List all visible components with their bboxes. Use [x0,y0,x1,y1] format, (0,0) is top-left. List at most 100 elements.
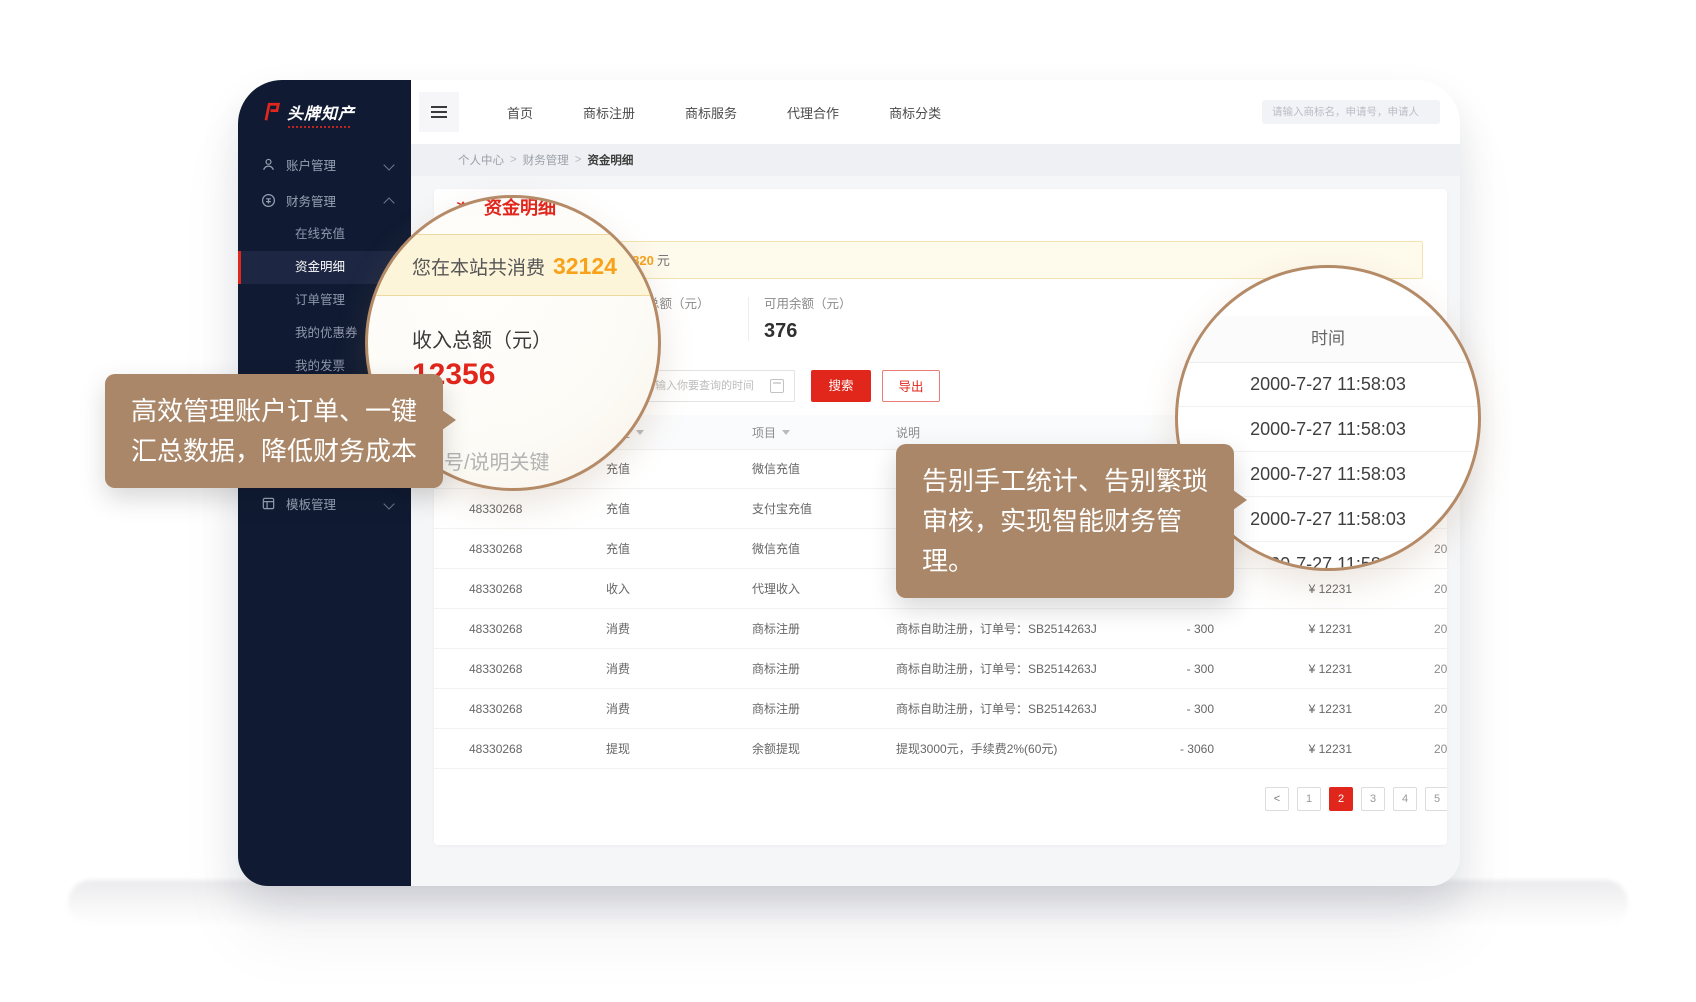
cell-amount: - 300 [1152,689,1214,728]
cell-time: 2000-7-27 11:58:03 [1434,689,1447,728]
prev-page-button[interactable]: < [1265,787,1289,811]
lens-stat-label: 收入总额（元） [412,324,552,353]
chevron-down-icon [383,498,394,509]
cell-item: 支付宝充值 [752,489,892,528]
search-button[interactable]: 搜索 [811,370,871,402]
cell-amount: - 3060 [1152,729,1214,768]
cell-item: 商标注册 [752,649,892,688]
breadcrumb-current: 资金明细 [587,152,633,168]
sidebar-item-label: 账户管理 [286,155,336,174]
cell-amount: - 300 [1152,609,1214,648]
finance-icon [260,192,276,208]
lens-banner-amount: 32124 [553,253,617,279]
stat-balance: 可用余额（元） 376 [764,293,852,343]
sidebar-item-label: 财务管理 [286,191,336,210]
page-button[interactable]: 2 [1329,787,1353,811]
cell-desc: 提现3000元，手续费2%(60元) [896,729,1171,768]
top-navigation-bar: 首页 商标注册 商标服务 代理合作 商标分类 [411,80,1460,144]
nav-item[interactable]: 商标服务 [685,103,737,122]
lens-tab-text: 资金明细 [484,195,556,220]
sidebar-item-template[interactable]: 模板管理 [238,485,411,521]
cell-time: 2000-7-27 11:58:03 [1434,729,1447,768]
cell-desc: 商标自助注册，订单号：SB2514263J [896,689,1171,728]
cell-type: 充值 [606,449,746,488]
pagination: < 12345 [434,787,1447,811]
export-button[interactable]: 导出 [882,370,940,402]
tooltip-line: 理。 [922,541,1208,581]
breadcrumb: 个人中心 > 财务管理 > 资金明细 [411,144,1460,176]
breadcrumb-separator: > [575,154,582,166]
page-button[interactable]: 3 [1361,787,1385,811]
tooltip-right: 告别手工统计、告别繁琐 审核，实现智能财务管 理。 [896,444,1234,598]
cell-item: 商标注册 [752,609,892,648]
stat-label: 可用余额（元） [764,293,852,312]
breadcrumb-item[interactable]: 财务管理 [523,152,569,168]
top-nav: 首页 商标注册 商标服务 代理合作 商标分类 [507,80,941,144]
breadcrumb-separator: > [510,154,517,166]
tooltip-line: 汇总数据，降低财务成本 [131,431,417,471]
table-row: 48330268 提现 余额提现 提现3000元，手续费2%(60元) - 30… [434,729,1447,769]
cell-time: 2000-7-27 11:58:03 [1434,649,1447,688]
cell-item: 代理收入 [752,569,892,608]
cell-balance: ¥ 12231 [1232,609,1352,648]
page-button[interactable]: 5 [1425,787,1447,811]
cell-type: 充值 [606,529,746,568]
cell-balance: ¥ 12231 [1232,569,1352,608]
stat-divider [748,297,749,341]
cell-type: 收入 [606,569,746,608]
stat-value: 376 [764,320,852,343]
calendar-icon [770,379,784,393]
header-item[interactable]: 项目 [752,415,892,449]
breadcrumb-item[interactable]: 个人中心 [458,152,504,168]
cell-item: 微信充值 [752,529,892,568]
chevron-down-icon [782,430,790,435]
cell-order: 48330268 [469,489,599,528]
tooltip-line: 告别手工统计、告别繁琐 [922,461,1208,501]
cell-balance: ¥ 12231 [1232,689,1352,728]
nav-item[interactable]: 商标注册 [583,103,635,122]
template-icon [260,495,276,511]
cell-type: 充值 [606,489,746,528]
cell-desc: 商标自助注册，订单号：SB2514263J [896,649,1171,688]
cell-item: 商标注册 [752,689,892,728]
nav-item[interactable]: 代理合作 [787,103,839,122]
lens-banner: 您在本站共消费32124 [365,234,661,296]
table-row: 48330268 消费 商标注册 商标自助注册，订单号：SB2514263J -… [434,649,1447,689]
cell-balance: ¥ 12231 [1232,649,1352,688]
cell-type: 消费 [606,649,746,688]
chevron-down-icon [636,430,644,435]
table-row: 48330268 消费 商标注册 商标自助注册，订单号：SB2514263J -… [434,609,1447,649]
nav-item[interactable]: 商标分类 [889,103,941,122]
sidebar-item-label: 模板管理 [286,494,336,513]
cell-amount: - 300 [1152,649,1214,688]
cell-time: 2000-7-27 11:58:03 [1434,569,1447,608]
chevron-down-icon [383,159,394,170]
sidebar-item-finance[interactable]: 财务管理 [238,182,411,218]
chevron-up-icon [383,197,394,208]
laptop-base-shadow [68,880,1628,926]
cell-type: 提现 [606,729,746,768]
brand-name: 头牌知产 [287,100,355,124]
banner-unit: 元 [657,253,670,268]
brand-logo: 头牌知产 [260,100,355,124]
cell-balance: ¥ 12231 [1232,729,1352,768]
cell-order: 48330268 [469,689,599,728]
page-button[interactable]: 4 [1393,787,1417,811]
cell-order: 48330268 [469,569,599,608]
cell-time: 2000-7-27 11:58:03 [1434,609,1447,648]
nav-item[interactable]: 首页 [507,103,533,122]
brand-tagline-dots [288,126,350,128]
page-button[interactable]: 1 [1297,787,1321,811]
menu-icon[interactable] [419,92,459,132]
trademark-search-input[interactable] [1262,100,1440,124]
lens-time-header: 时间 [1178,316,1478,363]
cell-type: 消费 [606,689,746,728]
tooltip-line: 高效管理账户订单、一键 [131,391,417,431]
user-icon [260,156,276,172]
table-row: 48330268 消费 商标注册 商标自助注册，订单号：SB2514263J -… [434,689,1447,729]
cell-type: 消费 [606,609,746,648]
sidebar-item-account[interactable]: 账户管理 [238,146,411,182]
tooltip-line: 审核，实现智能财务管 [922,501,1208,541]
cell-order: 48330268 [469,729,599,768]
tooltip-left: 高效管理账户订单、一键 汇总数据，降低财务成本 [105,374,443,488]
